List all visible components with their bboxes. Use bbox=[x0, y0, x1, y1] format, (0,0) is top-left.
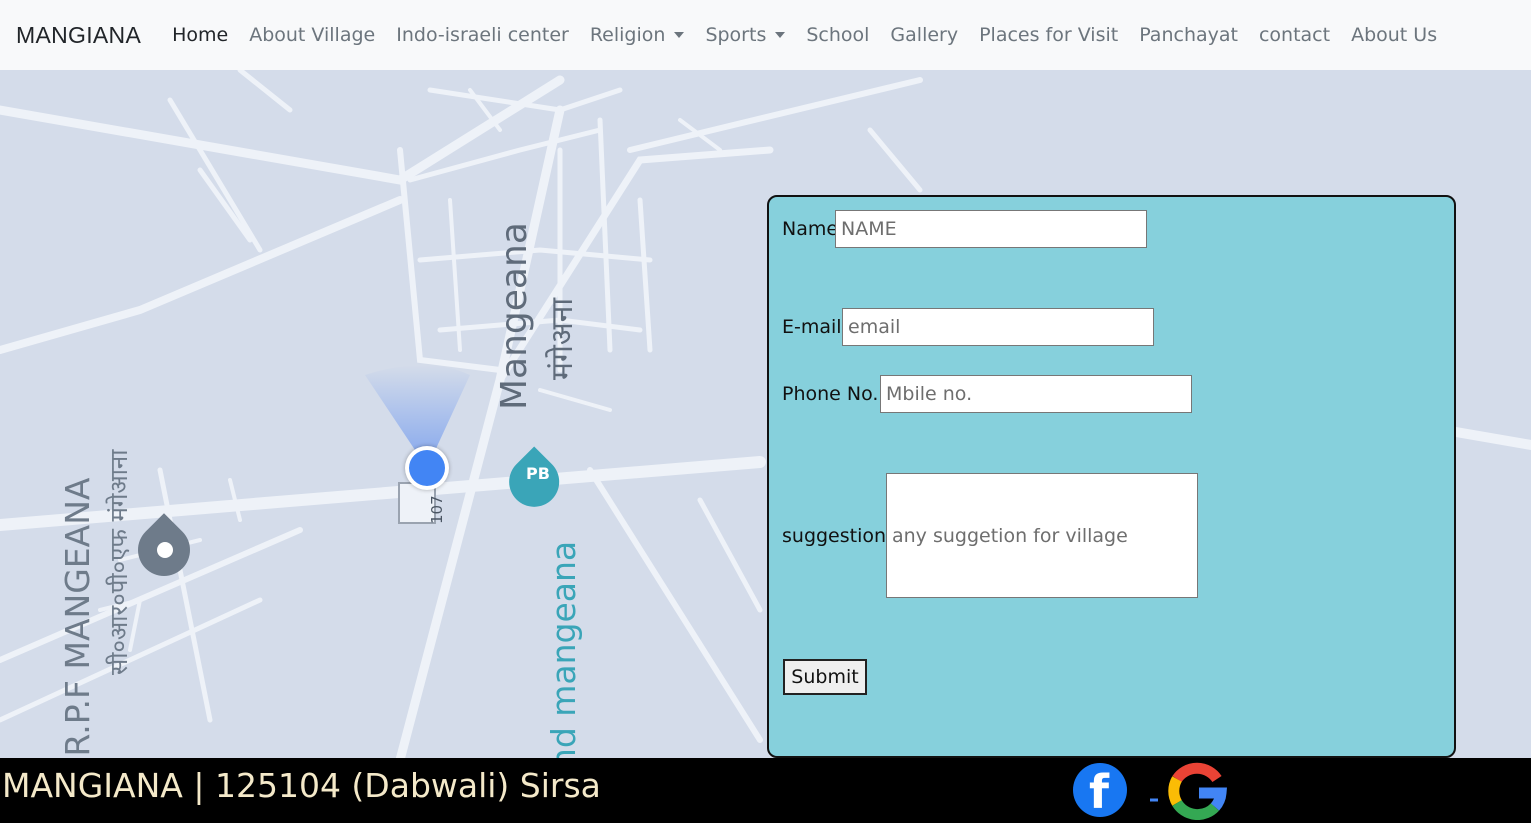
suggestion-label: suggestion bbox=[782, 525, 887, 547]
map-label-village-hi: मंगेअना bbox=[545, 297, 580, 380]
chevron-down-icon bbox=[775, 32, 786, 38]
navbar: MANGIANA Home About Village Indo-israeli… bbox=[0, 0, 1531, 70]
place-pin-dot bbox=[157, 542, 173, 558]
email-input[interactable]: email bbox=[842, 308, 1154, 346]
footer: MANGIANA | 125104 (Dabwali) Sirsa f bbox=[0, 758, 1531, 823]
nav-religion-label: Religion bbox=[589, 24, 666, 46]
suggestion-form: Name NAME E-mail email Phone No. Mbile n… bbox=[767, 195, 1456, 758]
suggestion-placeholder: any suggetion for village bbox=[892, 524, 1128, 547]
nav-indo-israeli-center[interactable]: Indo-israeli center bbox=[396, 24, 569, 46]
nav-contact[interactable]: contact bbox=[1259, 24, 1330, 46]
map-label-place-hi: सी०आर०पी०एफ मंगेआना bbox=[105, 449, 133, 675]
chevron-down-icon bbox=[674, 32, 685, 38]
map-label-pump: und mangeana bbox=[544, 540, 583, 758]
phone-input[interactable]: Mbile no. bbox=[880, 375, 1192, 413]
suggestion-textarea[interactable]: any suggetion for village bbox=[886, 473, 1198, 598]
brand-logo[interactable]: MANGIANA bbox=[16, 22, 141, 49]
name-input[interactable]: NAME bbox=[835, 210, 1147, 248]
submit-button[interactable]: Submit bbox=[783, 659, 867, 695]
nav-school[interactable]: School bbox=[806, 24, 869, 46]
nav-about-us[interactable]: About Us bbox=[1351, 24, 1437, 46]
nav-religion[interactable]: Religion bbox=[590, 24, 685, 46]
footer-text: MANGIANA | 125104 (Dabwali) Sirsa bbox=[2, 766, 601, 805]
nav-sports[interactable]: Sports bbox=[705, 24, 786, 46]
nav-places-for-visit[interactable]: Places for Visit bbox=[979, 24, 1118, 46]
nav-home[interactable]: Home bbox=[172, 24, 228, 46]
map-label-place-en: C.R.P.F MANGEANA bbox=[58, 477, 97, 759]
pb-pin-label: PB bbox=[526, 464, 550, 483]
map-label-village-en: Mangeana bbox=[494, 222, 535, 410]
google-icon[interactable] bbox=[1150, 762, 1236, 820]
nav-panchayat[interactable]: Panchayat bbox=[1139, 24, 1238, 46]
road-number: 107 bbox=[428, 495, 446, 524]
my-location-icon[interactable] bbox=[405, 446, 449, 490]
name-label: Name bbox=[782, 218, 839, 240]
nav-about-village[interactable]: About Village bbox=[249, 24, 375, 46]
nav-sports-label: Sports bbox=[705, 24, 767, 46]
facebook-icon[interactable]: f bbox=[1073, 763, 1127, 819]
phone-label: Phone No. bbox=[782, 383, 879, 405]
nav-gallery[interactable]: Gallery bbox=[890, 24, 958, 46]
email-label: E-mail bbox=[782, 316, 842, 338]
